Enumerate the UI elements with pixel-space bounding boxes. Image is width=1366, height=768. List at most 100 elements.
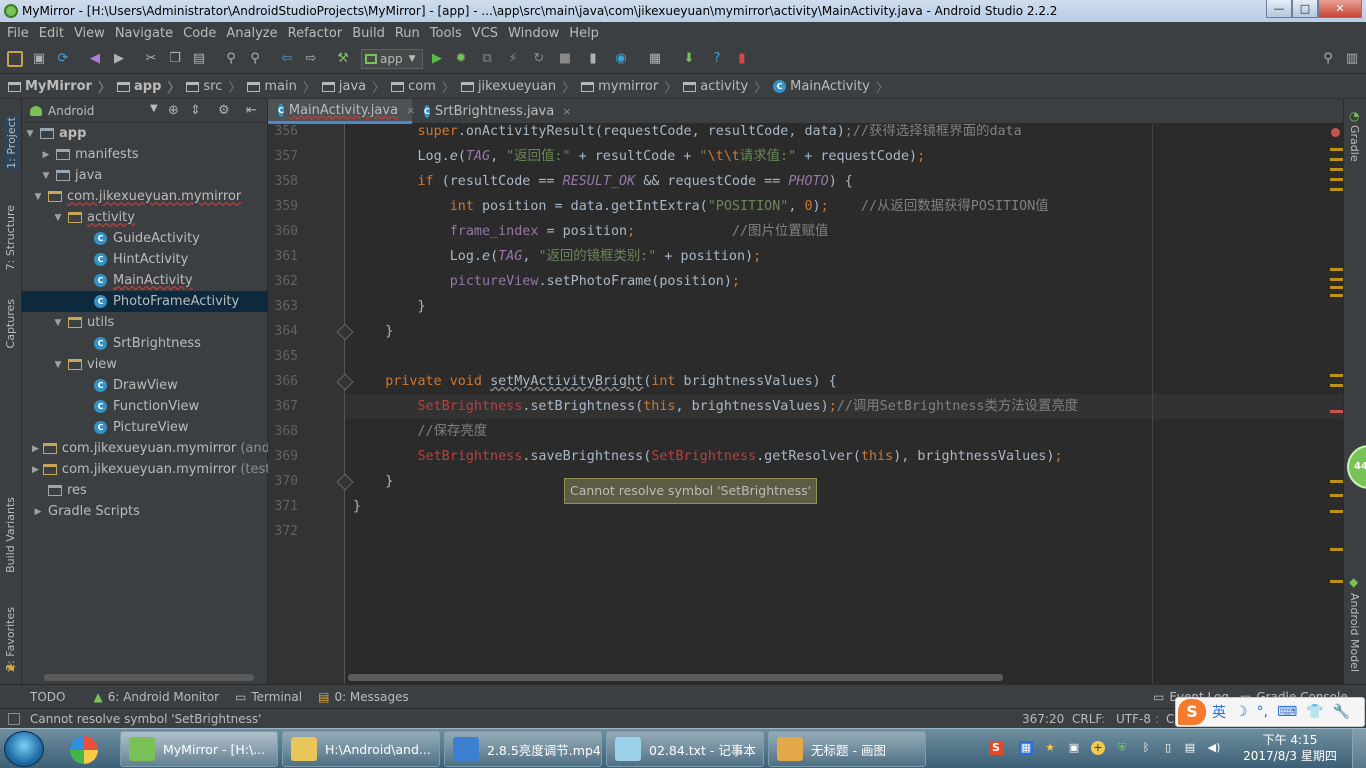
- tree-item-pictureview[interactable]: C PictureView: [22, 417, 268, 438]
- breadcrumb-main[interactable]: main 〉: [247, 77, 316, 96]
- breadcrumb-project[interactable]: MyMirror 〉: [8, 77, 111, 96]
- menu-edit[interactable]: Edit: [34, 26, 69, 41]
- todo-tool-tab[interactable]: TODO: [0, 690, 73, 704]
- moon-icon[interactable]: ☽: [1235, 704, 1248, 720]
- menu-window[interactable]: Window: [503, 26, 564, 41]
- apply-changes-icon[interactable]: ⚡: [505, 51, 521, 67]
- warning-stripe-marker[interactable]: [1330, 494, 1343, 497]
- error-indicator-icon[interactable]: [1331, 128, 1340, 137]
- copy-icon[interactable]: ❐: [167, 51, 183, 67]
- tree-item-res[interactable]: res: [22, 480, 268, 501]
- shirt-icon[interactable]: 👕: [1306, 704, 1323, 720]
- device-icon[interactable]: ▮: [734, 51, 750, 67]
- caret-position[interactable]: 367:20: [1022, 712, 1064, 726]
- error-stripe-marker[interactable]: [1330, 148, 1343, 151]
- breadcrumb-mymirror[interactable]: mymirror 〉: [581, 77, 677, 96]
- shield-icon[interactable]: ⛨: [1115, 741, 1129, 755]
- terminal-tool-tab[interactable]: ▭ Terminal: [227, 690, 310, 704]
- task-explorer[interactable]: H:\Android\and...: [282, 731, 440, 767]
- hide-icon[interactable]: ⇤: [246, 103, 257, 118]
- sogou-tray-icon[interactable]: S: [989, 741, 1003, 755]
- tree-item-activity[interactable]: ▼ activity: [22, 207, 268, 228]
- run-icon[interactable]: ▶: [429, 51, 445, 67]
- chevron-down-icon[interactable]: ▼: [150, 103, 158, 114]
- volume-icon[interactable]: ◀): [1207, 741, 1221, 755]
- cut-icon[interactable]: ✂: [143, 51, 159, 67]
- sogou-logo[interactable]: S: [1178, 699, 1206, 725]
- make-icon[interactable]: ⚒: [335, 51, 351, 67]
- warning-stripe-marker[interactable]: [1330, 188, 1343, 191]
- save-icon[interactable]: ▣: [31, 51, 47, 67]
- breadcrumb-jikexueyuan[interactable]: jikexueyuan 〉: [460, 77, 575, 96]
- undo-icon[interactable]: ◀: [87, 51, 103, 67]
- tree-item-manifests[interactable]: ▶ manifests: [22, 144, 268, 165]
- tree-item-package-test[interactable]: ▶com.jikexueyuan.mymirror (test): [22, 459, 268, 480]
- tree-item-gradle-scripts[interactable]: ▶ Gradle Scripts: [22, 501, 268, 522]
- collapse-icon[interactable]: ⇕: [190, 103, 201, 118]
- tree-item-app[interactable]: ▼ app: [22, 123, 268, 144]
- sync-icon[interactable]: ⟳: [55, 51, 71, 67]
- attach-icon[interactable]: ⧉: [479, 51, 495, 67]
- layout-icon[interactable]: ▥: [1344, 51, 1360, 67]
- star-tray-icon[interactable]: ★: [1043, 741, 1057, 755]
- menu-tools[interactable]: Tools: [425, 26, 467, 41]
- breadcrumb-java[interactable]: java 〉: [321, 77, 385, 96]
- menu-code[interactable]: Code: [178, 26, 221, 41]
- project-tool-tab[interactable]: 1: Project: [4, 115, 19, 171]
- menu-view[interactable]: View: [69, 26, 110, 41]
- ime-language[interactable]: 英: [1212, 702, 1226, 722]
- minimize-button[interactable]: —: [1266, 0, 1292, 18]
- breadcrumb-src[interactable]: src 〉: [186, 77, 241, 96]
- warning-stripe-marker[interactable]: [1330, 278, 1343, 281]
- warning-stripe-marker[interactable]: [1330, 178, 1343, 181]
- task-paint[interactable]: 无标题 - 画图: [768, 731, 926, 767]
- search-icon[interactable]: ⚲: [1320, 51, 1336, 67]
- tree-item-srtbrightness[interactable]: C SrtBrightness: [22, 333, 268, 354]
- run-config-select[interactable]: app ▼: [361, 49, 423, 69]
- panel-scrollbar[interactable]: [44, 674, 254, 681]
- network-icon[interactable]: ▤: [1183, 741, 1197, 755]
- replace-icon[interactable]: ⚲: [247, 51, 263, 67]
- tree-item-mainactivity[interactable]: C MainActivity: [22, 270, 268, 291]
- punct-icon[interactable]: °,: [1257, 704, 1268, 720]
- maximize-button[interactable]: □: [1292, 0, 1318, 18]
- task-notepad[interactable]: 02.84.txt - 记事本: [606, 731, 764, 767]
- gradle-tool-tab[interactable]: Gradle: [1348, 125, 1361, 162]
- menu-analyze[interactable]: Analyze: [221, 26, 282, 41]
- tab-srtbrightness[interactable]: C SrtBrightness.java ×: [414, 99, 571, 124]
- rerun-icon[interactable]: ↻: [531, 51, 547, 67]
- debug-icon[interactable]: ✹: [453, 51, 469, 67]
- back-icon[interactable]: ⇦: [279, 51, 295, 67]
- captures-tool-tab[interactable]: Captures: [4, 299, 17, 348]
- warning-stripe-marker[interactable]: [1330, 510, 1343, 513]
- wrench-icon[interactable]: 🔧: [1333, 704, 1350, 720]
- tree-item-package-androidtest[interactable]: ▶com.jikexueyuan.mymirror (andro: [22, 438, 268, 459]
- code-editor[interactable]: 356 357 358 359 360 361 362 363 364 365 …: [268, 124, 1343, 684]
- menu-navigate[interactable]: Navigate: [110, 26, 178, 41]
- warning-stripe-marker[interactable]: [1330, 286, 1343, 289]
- target-icon[interactable]: ⊕: [168, 103, 179, 118]
- warning-stripe-marker[interactable]: [1330, 374, 1343, 377]
- build-variants-tool-tab[interactable]: Build Variants: [4, 497, 17, 573]
- menu-refactor[interactable]: Refactor: [283, 26, 348, 41]
- status-toggle-icon[interactable]: [8, 712, 20, 725]
- task-video-player[interactable]: 2.8.5亮度调节.mp4: [444, 731, 602, 767]
- line-separator[interactable]: CRLF: [1072, 712, 1102, 726]
- warning-stripe-marker[interactable]: [1330, 580, 1343, 583]
- tree-item-functionview[interactable]: C FunctionView: [22, 396, 268, 417]
- tree-item-drawview[interactable]: C DrawView: [22, 375, 268, 396]
- structure-icon[interactable]: ▦: [647, 51, 663, 67]
- menu-build[interactable]: Build: [347, 26, 390, 41]
- start-button[interactable]: [4, 731, 44, 767]
- tree-item-photoframeactivity[interactable]: C PhotoFrameActivity: [22, 291, 268, 312]
- messages-tool-tab[interactable]: ▤ 0: Messages: [310, 690, 417, 704]
- keyboard-icon[interactable]: ⌨: [1277, 704, 1297, 720]
- close-button[interactable]: ✕: [1318, 0, 1362, 18]
- file-encoding[interactable]: UTF-8: [1116, 712, 1151, 726]
- find-icon[interactable]: ⚲: [223, 51, 239, 67]
- warning-stripe-marker[interactable]: [1330, 168, 1343, 171]
- show-desktop-button[interactable]: [1352, 729, 1366, 768]
- tab-mainactivity[interactable]: C MainActivity.java ×: [268, 99, 415, 124]
- warning-stripe-marker[interactable]: [1330, 294, 1343, 297]
- breadcrumb-mainactivity[interactable]: C MainActivity 〉: [773, 77, 889, 96]
